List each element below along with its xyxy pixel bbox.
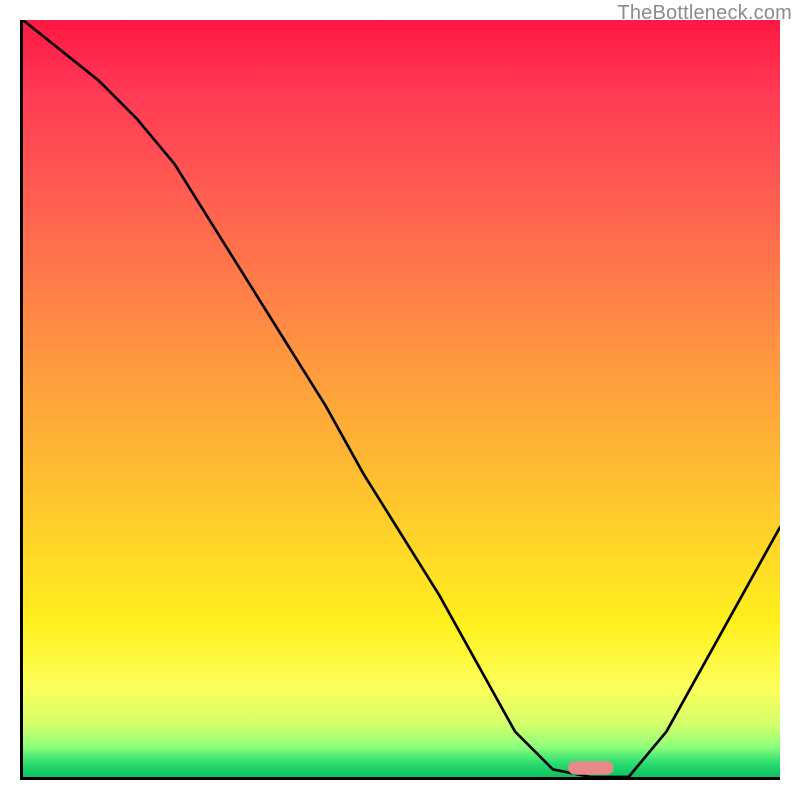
optimal-range-marker: [568, 761, 613, 775]
plot-area: [20, 20, 780, 780]
bottleneck-curve: [23, 20, 780, 777]
curve-layer: [23, 20, 780, 777]
chart-frame: TheBottleneck.com: [0, 0, 800, 800]
